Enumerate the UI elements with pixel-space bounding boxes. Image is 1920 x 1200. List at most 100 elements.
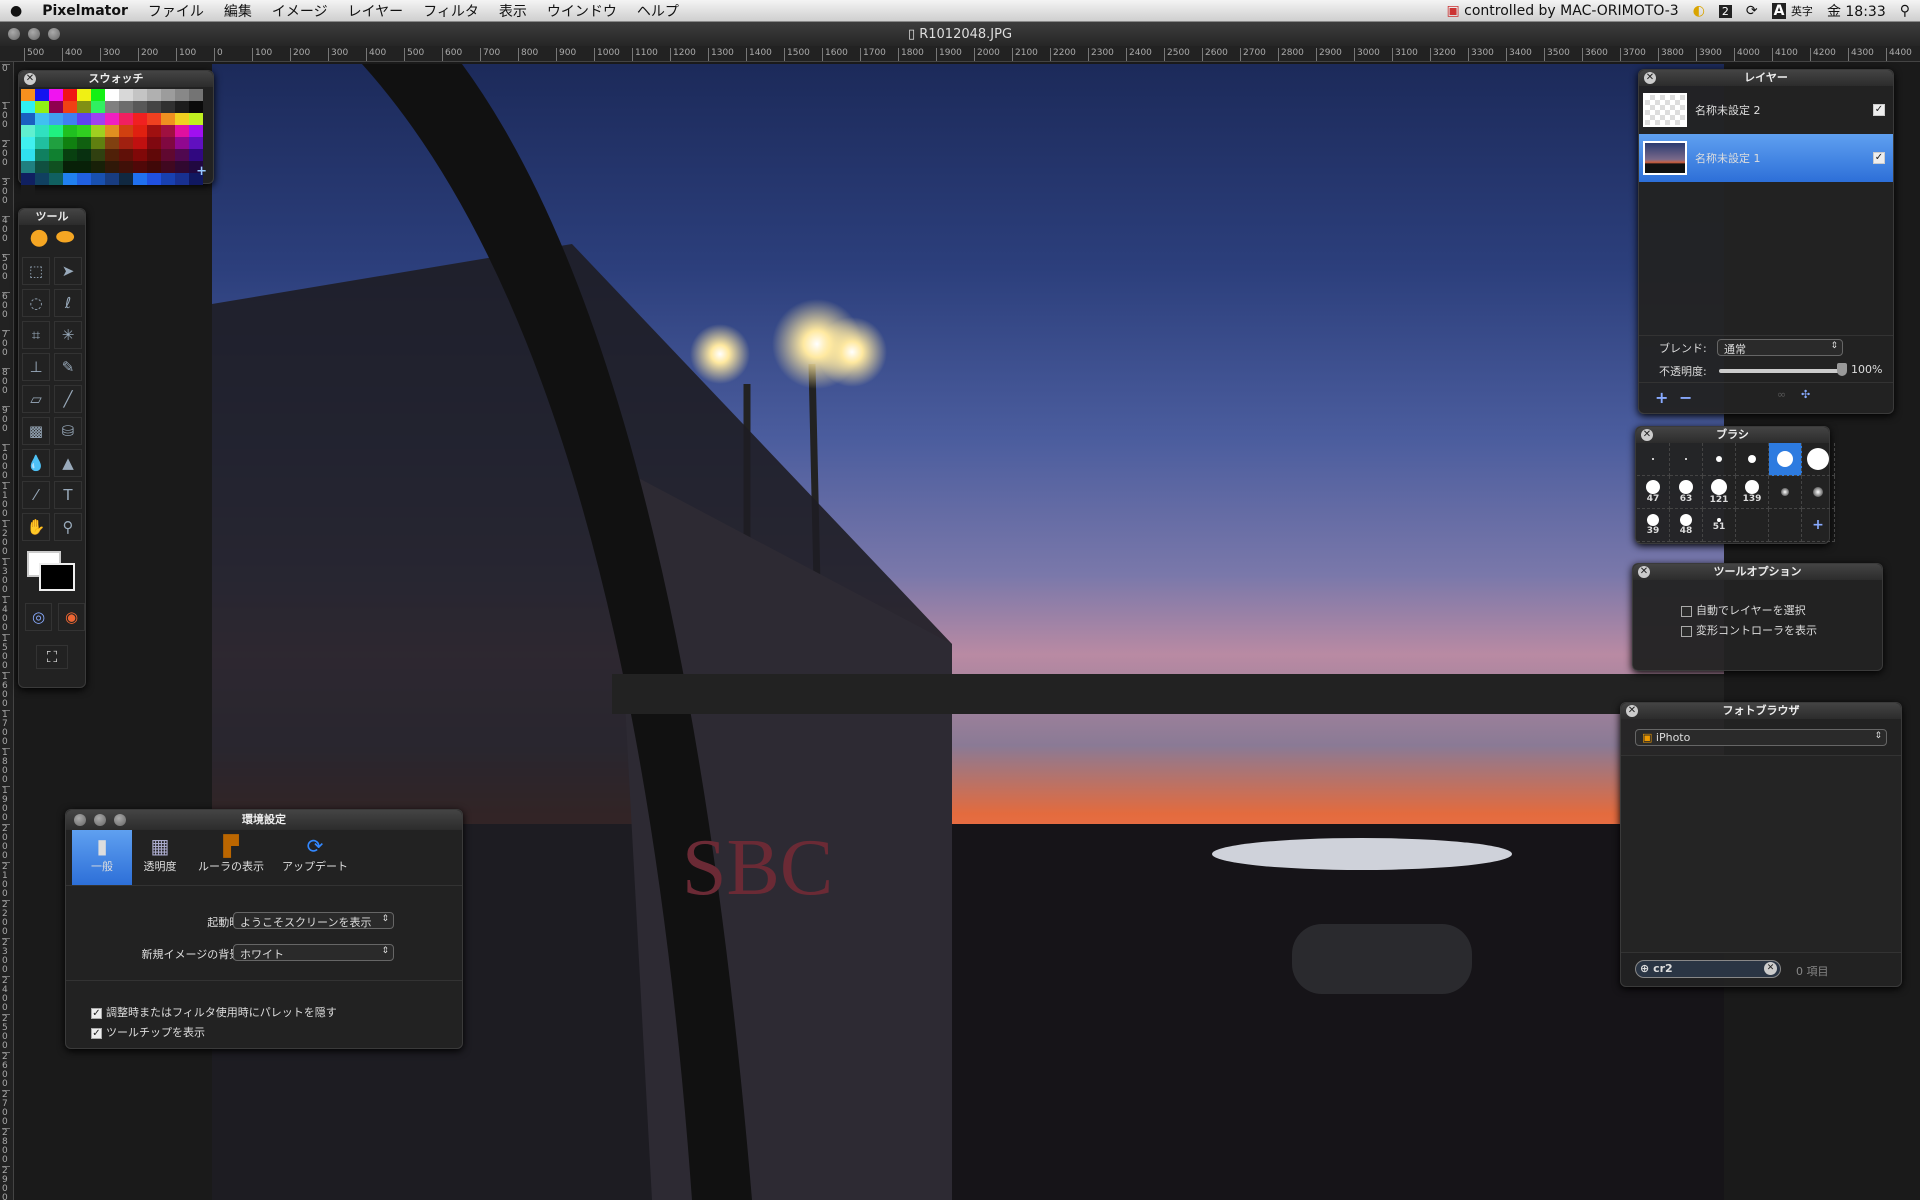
color-swatch[interactable]	[119, 149, 133, 161]
color-swatch[interactable]	[189, 89, 203, 101]
brush-preset[interactable]	[1637, 443, 1670, 476]
color-swatch[interactable]	[133, 137, 147, 149]
close-icon[interactable]: ✕	[1638, 566, 1650, 578]
opacity-slider[interactable]	[1719, 369, 1843, 373]
brush-preset[interactable]: 51	[1703, 509, 1736, 542]
eraser-tool-icon[interactable]: ▱	[22, 385, 50, 413]
magic-wand-tool-icon[interactable]: ✳	[54, 321, 82, 349]
color-swatch[interactable]	[189, 137, 203, 149]
color-swatch[interactable]	[105, 161, 119, 173]
color-swatch[interactable]	[21, 113, 35, 125]
color-swatch[interactable]	[133, 101, 147, 113]
tab-updates[interactable]: ⟳ アップデート	[274, 830, 356, 885]
brush-preset[interactable]	[1736, 443, 1769, 476]
startup-select[interactable]: ようこそスクリーンを表示	[233, 912, 394, 929]
color-swatch[interactable]	[119, 173, 133, 185]
quick-mask-icon[interactable]: ◎	[25, 603, 52, 631]
color-swatch[interactable]	[77, 113, 91, 125]
color-swatch[interactable]	[63, 149, 77, 161]
layer-visibility-checkbox[interactable]: ✓	[1873, 104, 1885, 116]
color-swatch[interactable]	[133, 113, 147, 125]
clock[interactable]: 金 18:33	[1827, 1, 1886, 21]
zoom-tool-icon[interactable]: ⚲	[54, 513, 82, 541]
menu-image[interactable]: イメージ	[262, 1, 338, 21]
minimize-window-button[interactable]	[94, 814, 106, 826]
color-swatch[interactable]	[133, 173, 147, 185]
photo-list[interactable]	[1621, 755, 1901, 953]
remove-layer-button[interactable]: −	[1679, 388, 1692, 407]
color-swatch[interactable]	[91, 137, 105, 149]
color-swatch[interactable]	[49, 149, 63, 161]
sync-icon[interactable]: ⟳	[1746, 3, 1758, 19]
color-swatch[interactable]	[49, 161, 63, 173]
color-swatch[interactable]	[161, 149, 175, 161]
color-swatch[interactable]	[133, 149, 147, 161]
color-swatch[interactable]	[91, 161, 105, 173]
color-swatch[interactable]	[133, 125, 147, 137]
brush-preset[interactable]: 121	[1703, 476, 1736, 509]
close-icon[interactable]: ✕	[1641, 429, 1653, 441]
color-swatch[interactable]	[21, 89, 35, 101]
brush-preset[interactable]: 139	[1736, 476, 1769, 509]
close-icon[interactable]: ✕	[1626, 705, 1638, 717]
color-swatch[interactable]	[63, 125, 77, 137]
color-swatch[interactable]	[147, 149, 161, 161]
color-swatch[interactable]	[147, 113, 161, 125]
input-menu[interactable]: A 英字	[1771, 3, 1813, 19]
menu-view[interactable]: 表示	[489, 1, 537, 21]
show-tooltips-option[interactable]: ✓ ツールチップを表示	[91, 1024, 205, 1040]
color-swatch[interactable]	[21, 161, 35, 173]
gradient-tool-icon[interactable]: ▩	[22, 417, 50, 445]
color-swatch[interactable]	[105, 149, 119, 161]
color-swatch[interactable]	[63, 161, 77, 173]
background-color[interactable]	[39, 563, 75, 591]
color-swatch[interactable]	[21, 173, 35, 185]
tab-general[interactable]: ▮ 一般	[72, 830, 132, 885]
photo-search-field[interactable]: ⊕ cr2 ✕	[1635, 960, 1781, 978]
menu-edit[interactable]: 編集	[214, 1, 262, 21]
brush-preset[interactable]	[1802, 443, 1835, 476]
layer-options-icon[interactable]: ✣	[1801, 388, 1810, 401]
color-swatch[interactable]	[105, 113, 119, 125]
hide-palettes-option[interactable]: ✓ 調整時またはフィルタ使用時にパレットを隠す	[91, 1004, 337, 1020]
color-swatch[interactable]	[133, 161, 147, 173]
show-tooltips-checkbox[interactable]: ✓	[91, 1027, 102, 1039]
close-icon[interactable]: ✕	[24, 73, 36, 85]
color-swatch[interactable]	[189, 149, 203, 161]
color-swatch[interactable]	[133, 89, 147, 101]
color-swatch[interactable]	[147, 89, 161, 101]
type-tool-icon[interactable]: T	[54, 481, 82, 509]
color-swatch[interactable]	[63, 113, 77, 125]
zoom-window-button[interactable]	[114, 814, 126, 826]
color-swatch[interactable]	[161, 161, 175, 173]
color-swatch[interactable]	[147, 161, 161, 173]
color-swatch[interactable]	[91, 113, 105, 125]
color-swatch[interactable]	[49, 137, 63, 149]
color-swatch[interactable]	[49, 101, 63, 113]
color-swatch[interactable]	[91, 125, 105, 137]
color-swatch[interactable]	[119, 161, 133, 173]
blend-mode-select[interactable]: 通常	[1717, 339, 1843, 356]
color-swatch[interactable]	[35, 125, 49, 137]
spotlight-icon[interactable]: ⚲	[1900, 3, 1910, 19]
add-swatch-button[interactable]: +	[196, 164, 207, 179]
color-swatch[interactable]	[35, 89, 49, 101]
moon-icon[interactable]: ◐	[1693, 3, 1705, 19]
color-swatch[interactable]	[147, 101, 161, 113]
color-swatch[interactable]	[189, 125, 203, 137]
color-swatch[interactable]	[119, 113, 133, 125]
brush-preset[interactable]	[1736, 509, 1769, 542]
tab-rulers[interactable]: ▛ ルーラの表示	[188, 830, 274, 885]
color-swatch[interactable]	[161, 137, 175, 149]
color-swatch[interactable]	[77, 137, 91, 149]
color-swatch[interactable]	[119, 101, 133, 113]
color-swatch[interactable]	[35, 101, 49, 113]
brush-preset[interactable]: 47	[1637, 476, 1670, 509]
color-swatch[interactable]	[119, 89, 133, 101]
brush-preset[interactable]	[1802, 476, 1835, 509]
color-swatch[interactable]	[91, 149, 105, 161]
menu-layer[interactable]: レイヤー	[338, 1, 414, 21]
color-swatch[interactable]	[35, 137, 49, 149]
color-swatch[interactable]	[77, 125, 91, 137]
color-mask-icon[interactable]: ◉	[58, 603, 85, 631]
